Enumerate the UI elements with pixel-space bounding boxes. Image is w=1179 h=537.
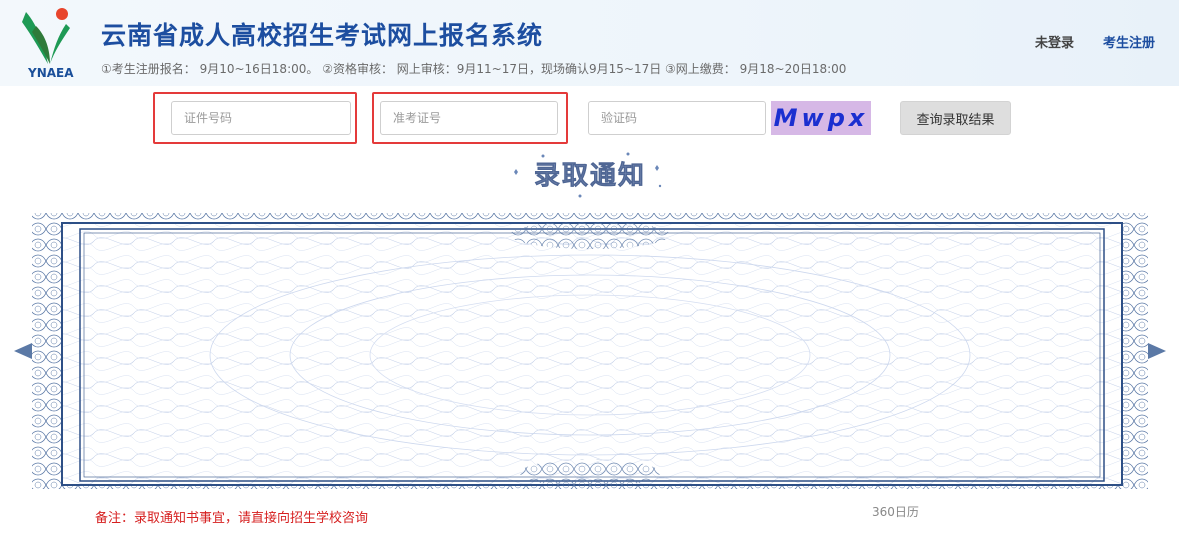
schedule-info: ①考生注册报名： 9月10~16日18:00。 ②资格审核： 网上审核：9月11… xyxy=(101,62,847,76)
id-number-input[interactable] xyxy=(171,101,351,135)
logo-text: YNAEA xyxy=(28,66,74,80)
admission-notice-heading-text: 录取通知 xyxy=(534,161,646,191)
register-link[interactable]: 考生注册 xyxy=(1103,32,1155,51)
calendar-link[interactable]: 360日历 xyxy=(872,503,919,520)
admission-notice-heading: 录取通知 xyxy=(514,152,662,198)
admission-certificate-frame xyxy=(14,213,1166,489)
query-result-button[interactable]: 查询录取结果 xyxy=(900,101,1011,135)
search-form: Mwpx 查询录取结果 xyxy=(0,92,1179,148)
login-status: 未登录 xyxy=(1035,36,1075,51)
captcha-image[interactable]: Mwpx xyxy=(771,101,871,135)
captcha-input[interactable] xyxy=(588,101,766,135)
admission-number-input[interactable] xyxy=(380,101,558,135)
footer-note: 备注：录取通知书事宜，请直接向招生学校咨询 xyxy=(95,511,369,526)
page-title: 云南省成人高校招生考试网上报名系统 xyxy=(101,21,544,50)
site-header: YNAEA 云南省成人高校招生考试网上报名系统 ①考生注册报名： 9月10~16… xyxy=(0,0,1179,86)
